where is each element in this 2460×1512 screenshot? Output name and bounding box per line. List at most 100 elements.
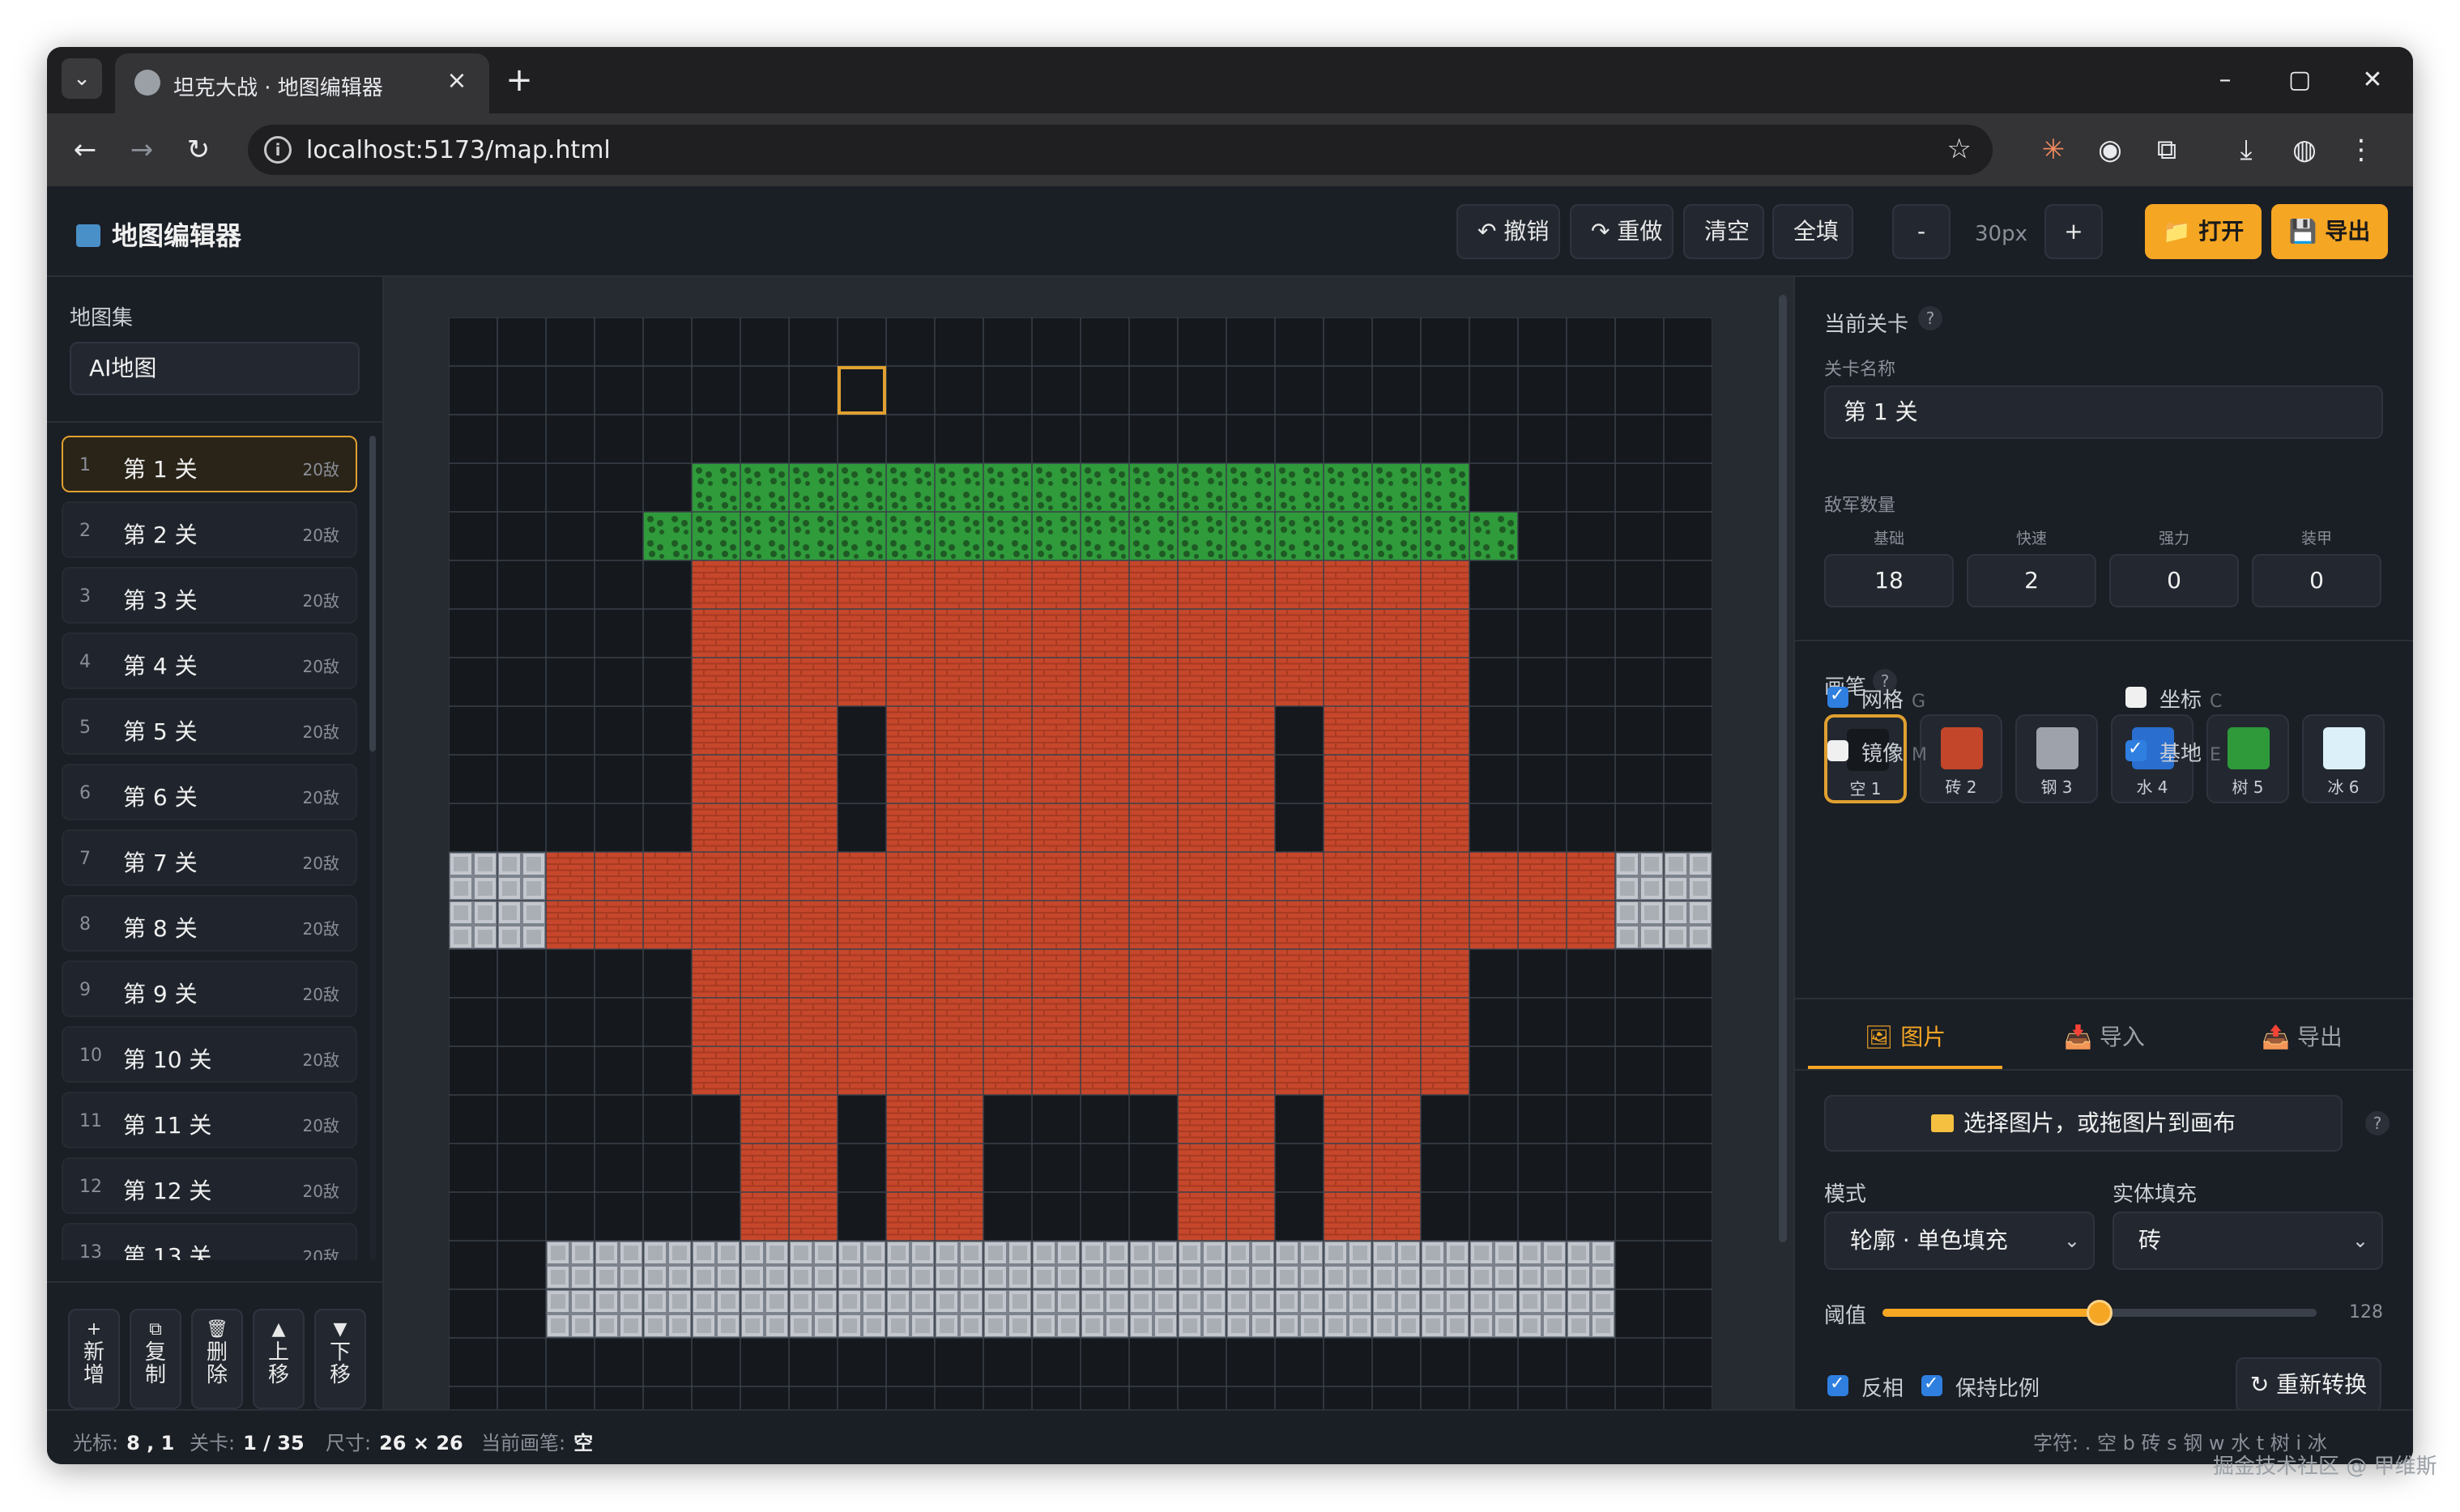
site-info-icon[interactable]: i bbox=[264, 136, 292, 164]
steel-tile bbox=[1032, 1241, 1081, 1289]
level-item[interactable]: 9 第 9 关 20敌 bbox=[62, 960, 357, 1017]
redo-button[interactable]: ↷ 重做 bbox=[1570, 204, 1673, 259]
brick-tile bbox=[1178, 1095, 1226, 1144]
download-icon[interactable]: ⤓ bbox=[2226, 130, 2266, 170]
help-icon[interactable]: ? bbox=[2365, 1111, 2390, 1135]
forward-icon[interactable]: → bbox=[122, 130, 162, 170]
pick-image-button[interactable]: 选择图片，或拖图片到画布 bbox=[1824, 1095, 2343, 1152]
tree-tile bbox=[692, 512, 740, 560]
tab-import[interactable]: 📥 导入 bbox=[2007, 1006, 2202, 1069]
clear-button[interactable]: 清空 bbox=[1683, 204, 1764, 259]
url-field[interactable]: i localhost:5173/map.html ☆ bbox=[248, 125, 1993, 175]
level-item[interactable]: 6 第 6 关 20敌 bbox=[62, 764, 357, 820]
level-item[interactable]: 1 第 1 关 20敌 bbox=[62, 436, 357, 492]
brick-tile bbox=[1226, 560, 1275, 609]
zoom-in-button[interactable]: + bbox=[2044, 204, 2103, 259]
keep-ratio-checkbox[interactable] bbox=[1921, 1374, 1942, 1396]
folder-icon bbox=[1930, 1114, 1954, 1132]
arrow-up-icon: ▲ bbox=[271, 1319, 286, 1340]
zoom-out-button[interactable]: - bbox=[1892, 204, 1951, 259]
duplicate-level-button[interactable]: ⧉ 复制 bbox=[130, 1309, 181, 1409]
back-icon[interactable]: ← bbox=[65, 130, 105, 170]
profile-avatar-icon[interactable]: ◍ bbox=[2284, 130, 2325, 170]
base-checkbox[interactable] bbox=[2125, 739, 2147, 761]
brush-brick[interactable]: 砖 2 bbox=[1920, 714, 2002, 803]
open-button[interactable]: 📁 打开 bbox=[2145, 204, 2262, 259]
brush-steel[interactable]: 钢 3 bbox=[2015, 714, 2098, 803]
brick-tile bbox=[740, 755, 789, 803]
level-item[interactable]: 10 第 10 关 20敌 bbox=[62, 1026, 357, 1083]
level-item[interactable]: 13 第 13 关 20敌 bbox=[62, 1223, 357, 1260]
level-name-field[interactable]: 第 1 关 bbox=[1824, 385, 2383, 439]
enemy-count-input[interactable]: 18 bbox=[1824, 554, 1954, 607]
mode-select[interactable]: 轮廓 · 单色填充 ⌄ bbox=[1824, 1212, 2095, 1270]
puzzle-extensions-icon[interactable]: ⧉ bbox=[2147, 130, 2187, 170]
brick-tile bbox=[1032, 901, 1081, 949]
level-item[interactable]: 2 第 2 关 20敌 bbox=[62, 501, 357, 558]
brick-tile bbox=[1275, 1046, 1324, 1095]
level-name: 第 12 关 bbox=[123, 1178, 212, 1204]
level-item[interactable]: 8 第 8 关 20敌 bbox=[62, 895, 357, 952]
reload-icon[interactable]: ↻ bbox=[178, 130, 219, 170]
level-item[interactable]: 12 第 12 关 20敌 bbox=[62, 1157, 357, 1214]
arrow-down-icon: ▼ bbox=[333, 1319, 347, 1340]
coords-checkbox[interactable] bbox=[2125, 687, 2147, 708]
level-enemy-count: 20敌 bbox=[302, 657, 339, 676]
brick-tile bbox=[1226, 1095, 1275, 1144]
help-icon[interactable]: ? bbox=[1918, 306, 1942, 330]
close-window-icon[interactable]: ✕ bbox=[2352, 62, 2393, 99]
map-set-heading: 地图集 bbox=[70, 306, 134, 330]
threshold-slider-fill bbox=[1882, 1309, 2100, 1317]
new-tab-icon[interactable]: + bbox=[501, 62, 538, 99]
brick-tile bbox=[1081, 755, 1129, 803]
scrollbar-thumb[interactable] bbox=[1779, 295, 1787, 1242]
map-canvas[interactable] bbox=[449, 317, 1712, 1464]
bookmark-star-icon[interactable]: ☆ bbox=[1947, 133, 1972, 165]
steel-tile bbox=[1567, 1289, 1615, 1338]
level-item[interactable]: 11 第 11 关 20敌 bbox=[62, 1092, 357, 1148]
delete-level-button[interactable]: 🗑 删除 bbox=[191, 1309, 243, 1409]
fill-all-button[interactable]: 全填 bbox=[1772, 204, 1853, 259]
threshold-slider[interactable] bbox=[1882, 1300, 2317, 1326]
extension-app-icon[interactable]: ◉ bbox=[2090, 130, 2130, 170]
tab-export[interactable]: 📤 导出 bbox=[2205, 1006, 2399, 1069]
brick-tile bbox=[935, 852, 983, 901]
map-set-name-field[interactable]: AI地图 bbox=[70, 342, 360, 395]
invert-checkbox[interactable] bbox=[1827, 1374, 1848, 1396]
move-up-button[interactable]: ▲ 上移 bbox=[253, 1309, 305, 1409]
scrollbar-thumb[interactable] bbox=[369, 436, 376, 752]
tab-search-icon[interactable]: ⌄ bbox=[62, 58, 102, 99]
maximize-icon[interactable]: ▢ bbox=[2279, 62, 2320, 99]
move-down-button[interactable]: ▼ 下移 bbox=[314, 1309, 366, 1409]
export-button[interactable]: 💾 导出 bbox=[2271, 204, 2388, 259]
steel-tile bbox=[1372, 1289, 1421, 1338]
level-item[interactable]: 3 第 3 关 20敌 bbox=[62, 567, 357, 624]
browser-menu-icon[interactable]: ⋮ bbox=[2341, 130, 2381, 170]
brick-tile bbox=[740, 1144, 789, 1192]
brush-ice[interactable]: 冰 6 bbox=[2302, 714, 2385, 803]
extension-sparkle-icon[interactable]: ✳ bbox=[2033, 130, 2074, 170]
close-tab-icon[interactable]: × bbox=[441, 65, 473, 97]
level-item[interactable]: 4 第 4 关 20敌 bbox=[62, 632, 357, 689]
brick-tile bbox=[1226, 998, 1275, 1046]
undo-button[interactable]: ↶ 撤销 bbox=[1456, 204, 1560, 259]
tab-image[interactable]: 🖼 图片 bbox=[1808, 1006, 2002, 1069]
level-list-scrollbar[interactable] bbox=[369, 436, 376, 1260]
tool-label: 下 bbox=[329, 1340, 351, 1365]
add-level-button[interactable]: + 新增 bbox=[68, 1309, 120, 1409]
browser-tab[interactable]: 坦克大战 · 地图编辑器 × bbox=[115, 53, 489, 113]
brick-tile bbox=[935, 949, 983, 998]
brick-tile bbox=[789, 560, 838, 609]
mirror-checkbox[interactable] bbox=[1827, 740, 1848, 761]
level-item[interactable]: 7 第 7 关 20敌 bbox=[62, 829, 357, 886]
enemy-count-input[interactable]: 0 bbox=[2109, 554, 2239, 607]
reconvert-button[interactable]: ↻ 重新转换 bbox=[2236, 1357, 2381, 1412]
canvas-scrollbar[interactable] bbox=[1779, 283, 1787, 1401]
grid-checkbox[interactable] bbox=[1827, 685, 1848, 708]
enemy-count-input[interactable]: 2 bbox=[1967, 554, 2096, 607]
enemy-count-input[interactable]: 0 bbox=[2252, 554, 2381, 607]
solid-fill-select[interactable]: 砖 ⌄ bbox=[2113, 1212, 2383, 1270]
threshold-slider-handle[interactable] bbox=[2087, 1300, 2113, 1326]
minimize-icon[interactable]: – bbox=[2205, 62, 2245, 99]
level-item[interactable]: 5 第 5 关 20敌 bbox=[62, 698, 357, 755]
